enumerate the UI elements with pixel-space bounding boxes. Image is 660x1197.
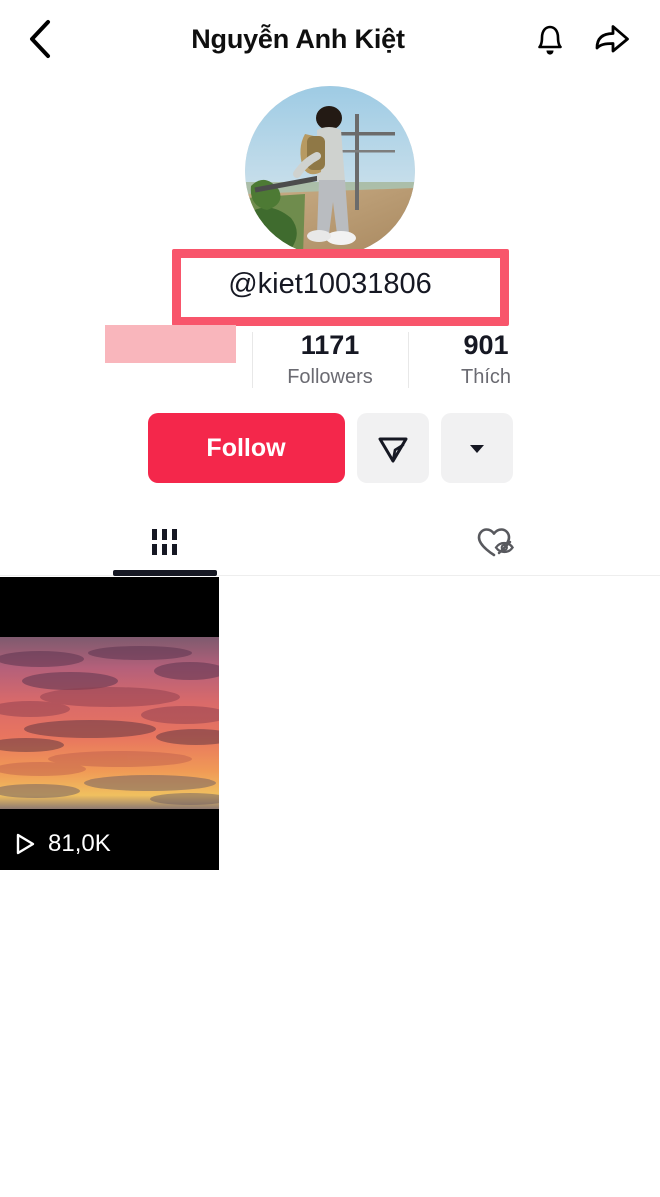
play-count-badge: 81,0K bbox=[12, 830, 111, 858]
stat-likes-value: 901 bbox=[463, 330, 509, 360]
stat-followers-value: 1171 bbox=[300, 330, 360, 360]
share-button[interactable] bbox=[592, 19, 632, 59]
tab-active-indicator bbox=[113, 570, 217, 576]
message-button[interactable] bbox=[356, 413, 429, 483]
avatar[interactable] bbox=[245, 86, 415, 256]
grid-posts-icon bbox=[152, 529, 177, 555]
following-count-redaction bbox=[105, 325, 236, 363]
notifications-button[interactable] bbox=[530, 19, 570, 59]
send-message-icon bbox=[378, 437, 407, 463]
chevron-down-icon bbox=[469, 445, 484, 453]
page-title: Nguyễn Anh Kiệt bbox=[191, 23, 405, 54]
stats-row: Đang Follow 1171 Followers 901 Thích bbox=[0, 330, 660, 398]
profile-photo bbox=[245, 86, 415, 256]
tab-liked[interactable] bbox=[330, 508, 660, 576]
action-buttons-row: Follow bbox=[0, 413, 660, 483]
stat-followers[interactable]: 1171 Followers bbox=[253, 330, 408, 392]
app-header: Nguyễn Anh Kiệt bbox=[0, 0, 660, 78]
header-actions bbox=[530, 19, 632, 59]
follow-button[interactable]: Follow bbox=[147, 413, 345, 483]
bell-icon bbox=[538, 25, 562, 55]
heart-hidden-icon bbox=[477, 528, 514, 557]
play-triangle-icon bbox=[16, 833, 35, 855]
play-count-value: 81,0K bbox=[48, 830, 111, 857]
more-options-button[interactable] bbox=[440, 413, 513, 483]
stat-likes[interactable]: 901 Thích bbox=[409, 330, 564, 392]
video-thumbnail[interactable]: 81,0K bbox=[0, 577, 219, 870]
tab-posts[interactable] bbox=[0, 508, 330, 576]
stat-likes-label: Thích bbox=[460, 366, 512, 388]
username-highlight-annotation bbox=[172, 249, 509, 326]
profile-tabs bbox=[0, 508, 660, 576]
share-arrow-icon bbox=[595, 25, 629, 53]
sunset-sky-thumbnail bbox=[0, 577, 219, 870]
video-grid: 81,0K bbox=[0, 577, 660, 870]
tiktok-profile-screen: Nguyễn Anh Kiệt @kiet10031806 1171 Follo… bbox=[0, 0, 660, 1197]
stat-followers-label: Followers bbox=[287, 366, 373, 388]
chevron-left-icon bbox=[30, 20, 50, 58]
